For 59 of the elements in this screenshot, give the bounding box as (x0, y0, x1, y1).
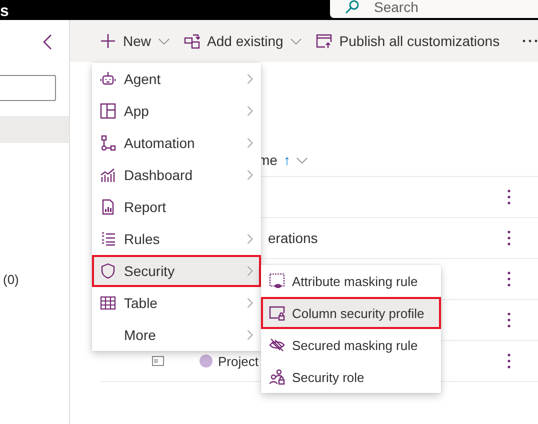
row-name: Project (218, 354, 258, 368)
chart-icon (100, 167, 116, 183)
menu-item[interactable]: App (92, 95, 261, 127)
app-icon (100, 103, 116, 119)
chevron-left-icon[interactable] (42, 34, 52, 50)
more-vertical-icon[interactable] (507, 312, 511, 328)
menu-item[interactable]: Rules (92, 223, 261, 255)
eye-off-icon (269, 337, 285, 353)
chevron-right-icon (247, 73, 253, 85)
report-icon (100, 199, 116, 215)
chevron-right-icon (247, 233, 253, 245)
more-vertical-icon[interactable] (507, 353, 511, 369)
menu-item[interactable]: Attribute masking rule (261, 265, 441, 297)
people-lock-icon (269, 369, 285, 385)
chevron-down-icon (290, 38, 302, 44)
more-vertical-icon[interactable] (507, 271, 511, 287)
toolbar-button[interactable]: New (100, 33, 170, 49)
chevron-right-icon (247, 169, 253, 181)
search-field[interactable] (0, 75, 56, 101)
menu-item[interactable]: Dashboard (92, 159, 261, 191)
app-title: s (0, 4, 9, 20)
globe-icon (199, 354, 213, 368)
menu-item[interactable]: Security (92, 255, 261, 287)
menu-item[interactable]: Security role (261, 361, 441, 393)
sort-indicator: ↑ (283, 152, 290, 168)
locked-window-icon (269, 305, 285, 321)
chevron-right-icon (247, 265, 253, 277)
chevron-down-icon (158, 38, 170, 44)
menu-item[interactable]: Report (92, 191, 261, 223)
toolbar-button[interactable]: Add existing (184, 33, 302, 49)
chevron-right-icon (247, 329, 253, 341)
chevron-right-icon (247, 105, 253, 117)
table-icon (100, 295, 116, 311)
toolbar-button[interactable]: Publish all customizations (316, 33, 500, 49)
shield-icon (100, 263, 116, 279)
item-count: (0) (3, 272, 19, 287)
menu-item[interactable]: Agent (92, 63, 261, 95)
chevron-right-icon (247, 297, 253, 309)
menu-item[interactable]: Secured masking rule (261, 329, 441, 361)
plus-icon (100, 33, 116, 49)
chevron-down-icon (296, 156, 308, 164)
record-icon (152, 356, 164, 366)
publish-icon (316, 33, 332, 49)
more-vertical-icon[interactable] (507, 230, 511, 246)
menu-item[interactable]: Table (92, 287, 261, 319)
more-vertical-icon[interactable] (507, 189, 511, 205)
menu-item[interactable]: More (92, 319, 261, 351)
more-icon[interactable] (522, 39, 538, 43)
row-name: erations (268, 230, 318, 246)
add-existing-icon (184, 33, 200, 49)
flow-icon (100, 135, 116, 151)
menu-item[interactable]: Column security profile (261, 297, 441, 329)
search-field[interactable]: Search (330, 0, 538, 18)
masked-field-icon (269, 273, 285, 289)
search-icon (344, 0, 360, 15)
robot-icon (100, 71, 116, 87)
chevron-right-icon (247, 137, 253, 149)
menu-item[interactable]: Automation (92, 127, 261, 159)
list-icon (100, 231, 116, 247)
